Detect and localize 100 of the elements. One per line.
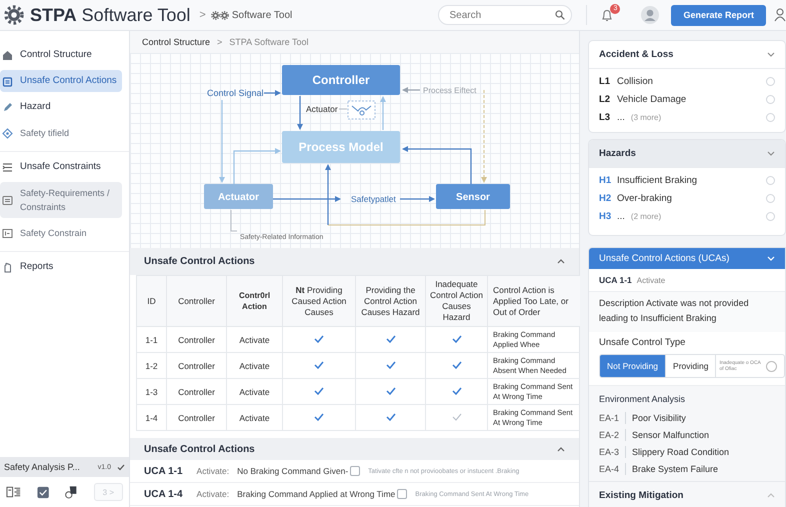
- column-header: Nt Providing Caused Action Causes: [282, 276, 356, 326]
- sidebar-item[interactable]: Safety-Requirements / Constraints: [0, 182, 122, 218]
- arrow: [297, 96, 303, 130]
- radio-button[interactable]: [766, 112, 775, 122]
- breadcrumb-separator: >: [199, 9, 206, 21]
- item-label: Sensor Malfunction: [632, 430, 710, 440]
- column-header: ID: [136, 276, 166, 326]
- item-label: Over-braking: [617, 192, 672, 204]
- diagram-block: Controller: [282, 65, 400, 95]
- column-header: Contr0rl Action: [226, 276, 282, 326]
- item-label: Insufficient Braking: [617, 174, 698, 186]
- card-header[interactable]: Hazards: [589, 140, 785, 168]
- table-cell: Activate: [226, 352, 282, 378]
- toggle-switch[interactable]: [766, 360, 778, 372]
- card-header[interactable]: Unsafe Control Actions (UCAs): [589, 248, 785, 269]
- sidebar-item[interactable]: Reports: [0, 256, 122, 278]
- section-title: Unsafe Control Actions: [144, 256, 255, 267]
- segment-button[interactable]: Not Providing: [600, 355, 666, 377]
- field-label: Unsafe Control Type: [599, 337, 686, 348]
- sidebar-item[interactable]: Safety tifield: [0, 122, 122, 144]
- radio-button[interactable]: [766, 212, 775, 220]
- arrow: [233, 148, 281, 184]
- search-field[interactable]: Search: [438, 5, 572, 25]
- item-label: Brake System Failure: [632, 464, 718, 474]
- search-input[interactable]: Search: [449, 10, 556, 20]
- uca-text: No Braking Command Given-: [237, 466, 348, 476]
- sidebar-item[interactable]: Control Structure: [0, 44, 122, 66]
- item-id: H2: [599, 192, 611, 204]
- search-icon: [555, 10, 566, 20]
- generate-report-button[interactable]: Generate Report: [671, 4, 766, 26]
- item-id: EA-1: [599, 412, 626, 424]
- item-label: ...: [617, 210, 625, 222]
- connection-label: Control Signal: [207, 88, 264, 98]
- radio-button[interactable]: [766, 76, 775, 86]
- table-cell: Activate: [226, 326, 282, 352]
- column-header: Control Action is Applied Too Late, or Out of Order: [488, 276, 580, 326]
- uca-id: UCA 1-1: [144, 466, 183, 476]
- more-count: (3 more): [630, 112, 662, 122]
- clipboard-icon: [2, 76, 13, 86]
- shapes-icon[interactable]: [65, 485, 78, 499]
- item-id: H3: [599, 210, 611, 222]
- avatar-icon[interactable]: [641, 6, 660, 24]
- breadcrumb-link[interactable]: Control Structure: [142, 37, 210, 47]
- checkbox-icon[interactable]: [37, 486, 50, 498]
- table-cell: 1-3: [136, 378, 166, 404]
- item-id: L3: [599, 112, 611, 122]
- radio-button[interactable]: [766, 176, 775, 184]
- action-label: Activate: [636, 276, 666, 284]
- list-icon: [2, 162, 13, 172]
- connection-label: Safetypatlet: [351, 194, 396, 204]
- leader-line: [230, 210, 238, 232]
- item-label: ...: [617, 112, 625, 122]
- table-cell: Controller: [166, 378, 226, 404]
- user-icon[interactable]: [774, 8, 786, 22]
- card-header[interactable]: Accident & Loss: [589, 41, 785, 69]
- card-title: Unsafe Control Actions (UCAs): [599, 253, 730, 264]
- table-cell: 1-4: [136, 404, 166, 430]
- item-label: Collision: [617, 76, 653, 86]
- card-title: Accident & Loss: [599, 49, 674, 60]
- sidebar-item[interactable]: Unsafe Control Actions: [0, 70, 122, 92]
- uca-id: UCA 1-4: [144, 488, 183, 500]
- item-label: Slippery Road Condition: [632, 446, 730, 456]
- check-icon: [117, 464, 125, 470]
- item-id: EA-2: [599, 428, 626, 440]
- arrow: [402, 87, 420, 93]
- table-cell: Controller: [166, 352, 226, 378]
- radio-button[interactable]: [766, 194, 775, 202]
- checkbox[interactable]: [397, 489, 408, 499]
- table-cell: Controller: [166, 326, 226, 352]
- bell-icon[interactable]: [601, 8, 614, 22]
- project-name: Safety Analysis P...: [4, 462, 80, 472]
- sidebar-item[interactable]: Safety Constrain: [0, 222, 122, 244]
- section-title: Existing Mitigation: [599, 490, 684, 501]
- column-header: Providing the Control Action Causes Hazard: [356, 276, 426, 326]
- gear-icon: [4, 5, 24, 25]
- uca-id: UCA 1-1: [599, 275, 632, 285]
- table-cell: 1-1: [136, 326, 166, 352]
- column-header: Inadequate Control Action Causes Hazard: [426, 276, 488, 326]
- chevron-down-icon: [767, 150, 775, 157]
- action-label: Activate:: [196, 489, 230, 499]
- leader-line: [338, 108, 348, 110]
- table-cell: Activate: [226, 404, 282, 430]
- sidebar-item[interactable]: Unsafe Constraints: [0, 156, 122, 178]
- diagram-block: Process Model: [282, 131, 400, 163]
- breadcrumb-link[interactable]: Software Tool: [232, 10, 292, 20]
- table-cell: Controller: [166, 404, 226, 430]
- diamond-icon: [2, 128, 13, 138]
- table-cell: Activate: [226, 378, 282, 404]
- caret-up-icon[interactable]: [557, 446, 565, 452]
- sidebar-item[interactable]: Hazard: [0, 96, 122, 118]
- section-title: Environment Analysis: [599, 394, 686, 404]
- diagram-block: Sensor: [436, 184, 510, 209]
- table-cell: 1-2: [136, 352, 166, 378]
- radio-button[interactable]: [766, 94, 775, 104]
- checkbox[interactable]: [350, 466, 360, 476]
- chevron-down-icon: [767, 51, 775, 58]
- panel-icon[interactable]: [6, 486, 22, 498]
- caret-up-icon[interactable]: [557, 258, 565, 265]
- uca-text: Braking Command Applied at Wrong Time: [237, 489, 396, 499]
- section-title: Unsafe Control Actions: [144, 444, 255, 454]
